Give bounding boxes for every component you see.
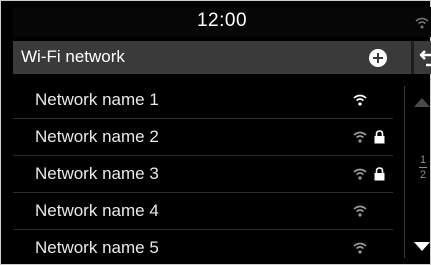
- page-current: 1: [419, 154, 427, 166]
- wifi-signal-icon: [353, 130, 367, 148]
- scroll-down-icon[interactable]: [414, 238, 430, 256]
- network-name: Network name 1: [35, 90, 159, 109]
- page-indicator: 1 2: [415, 154, 431, 181]
- network-row[interactable]: Network name 3: [13, 156, 393, 193]
- network-row[interactable]: Network name 5: [13, 230, 393, 266]
- wifi-signal-icon: [353, 167, 367, 185]
- network-row[interactable]: Network name 2: [13, 119, 393, 156]
- add-network-button[interactable]: [348, 41, 408, 74]
- status-bar: 12:00: [13, 7, 431, 37]
- scrollbar[interactable]: 1 2: [399, 78, 431, 266]
- lock-icon: [374, 130, 385, 149]
- network-row[interactable]: Network name 4: [13, 193, 393, 230]
- network-row[interactable]: Network name 1: [13, 82, 393, 119]
- scroll-up-icon[interactable]: [414, 94, 430, 112]
- back-arrow-icon: [418, 48, 431, 73]
- network-name: Network name 2: [35, 127, 159, 146]
- page-title: Wi-Fi network: [21, 47, 125, 66]
- screen: 12:00 Wi-Fi network Network name 1 Netwo…: [0, 0, 431, 265]
- network-name: Network name 3: [35, 164, 159, 183]
- network-name: Network name 5: [35, 238, 159, 257]
- plus-circle-icon: [369, 49, 387, 67]
- clock: 12:00: [196, 10, 248, 31]
- header-bar: Wi-Fi network: [13, 41, 431, 74]
- page-total: 2: [419, 169, 427, 181]
- wifi-signal-icon: [353, 241, 367, 259]
- network-list: Network name 1 Network name 2 Network na…: [13, 78, 393, 266]
- wifi-signal-icon: [353, 204, 367, 222]
- scroll-track: [404, 86, 405, 258]
- wifi-signal-icon: [353, 93, 367, 111]
- lock-icon: [374, 167, 385, 186]
- wifi-icon: [415, 16, 429, 34]
- network-name: Network name 4: [35, 201, 159, 220]
- back-button[interactable]: [414, 41, 431, 74]
